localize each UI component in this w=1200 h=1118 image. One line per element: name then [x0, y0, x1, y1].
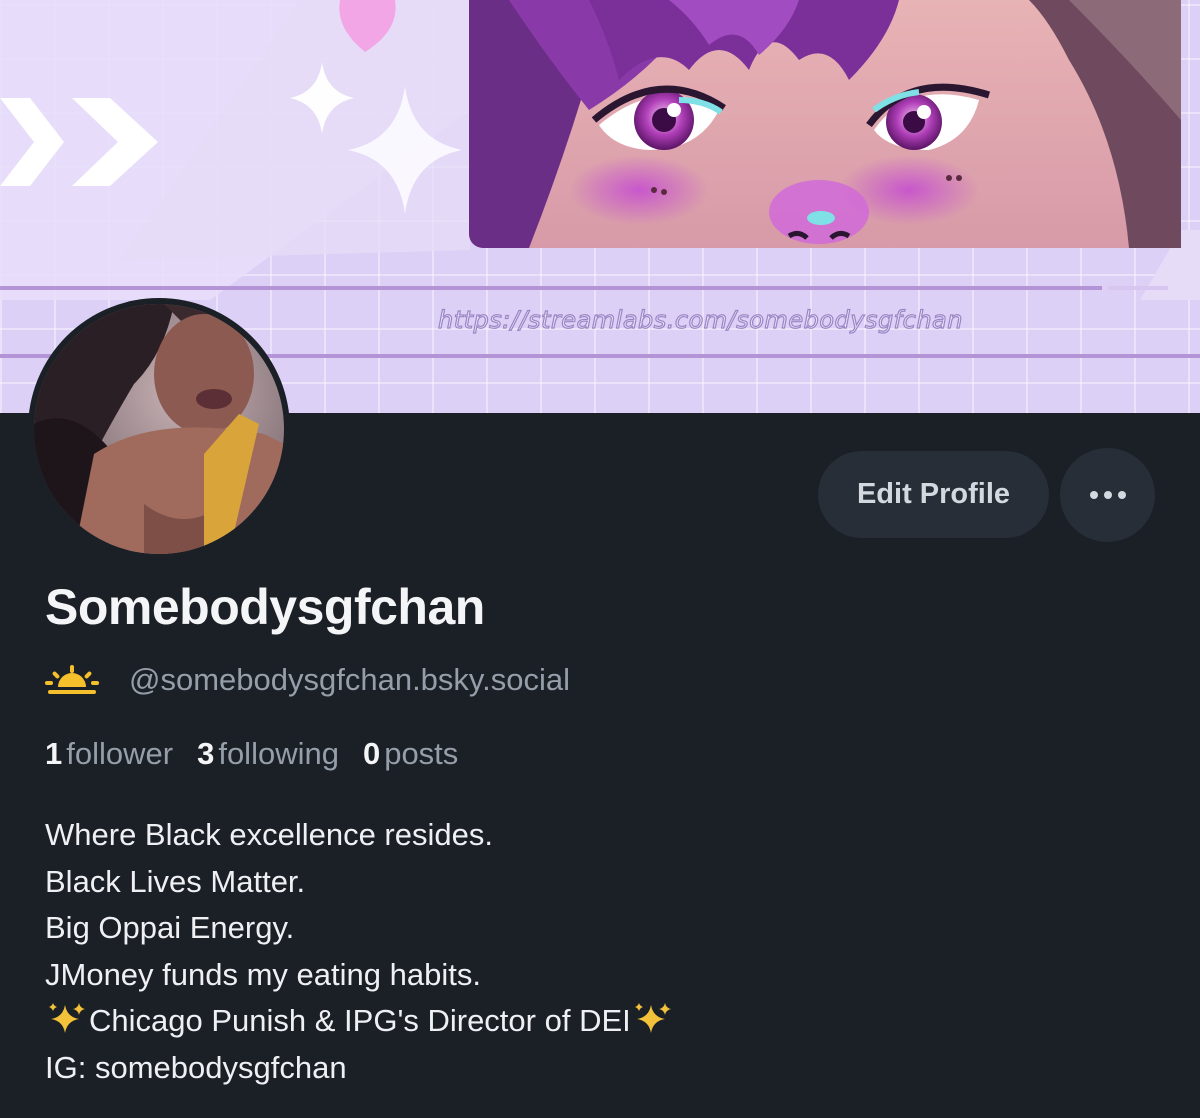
profile-display-name: Somebodysgfchan [45, 579, 485, 635]
profile-bio: Where Black excellence resides. Black Li… [45, 812, 675, 1091]
posts-label: posts [384, 736, 459, 771]
profile-avatar[interactable] [28, 298, 290, 560]
following-stat[interactable]: 3 following [197, 736, 339, 772]
bio-line-with-sparkles: Chicago Punish & IPG's Director of DEI [45, 998, 675, 1045]
avatar-photo [34, 304, 284, 554]
bio-line: Where Black excellence resides. [45, 817, 493, 852]
more-options-button[interactable] [1060, 448, 1155, 542]
following-label: following [218, 736, 339, 771]
bio-line: Big Oppai Energy. [45, 910, 295, 945]
bio-line: Black Lives Matter. [45, 863, 306, 899]
profile-stats: 1 follower 3 following 0 posts [45, 736, 458, 772]
banner-streamlabs-link-text: https://streamlabs.com/somebodysgfchan [437, 305, 963, 334]
more-options-icon [1089, 491, 1126, 499]
bio-line: JMoney funds my eating habits. [45, 956, 481, 992]
profile-handle: @somebodysgfchan.bsky.social [129, 662, 570, 697]
sparkles-icon [49, 1003, 85, 1033]
bio-director-text: Chicago Punish & IPG's Director of DEI [89, 1003, 631, 1038]
posts-stat: 0 posts [363, 736, 458, 772]
sunrise-icon [45, 665, 99, 694]
following-count: 3 [197, 736, 215, 771]
followers-stat[interactable]: 1 follower [45, 736, 173, 772]
followers-count: 1 [45, 736, 63, 771]
bio-line: IG: somebodysgfchan [45, 1049, 347, 1085]
sparkles-icon [634, 1003, 671, 1033]
banner-anime-artwork [469, 0, 1181, 248]
posts-count: 0 [362, 736, 381, 771]
profile-handle-row: @somebodysgfchan.bsky.social [45, 658, 570, 702]
edit-profile-button[interactable]: Edit Profile [818, 451, 1049, 538]
followers-label: follower [66, 736, 174, 771]
